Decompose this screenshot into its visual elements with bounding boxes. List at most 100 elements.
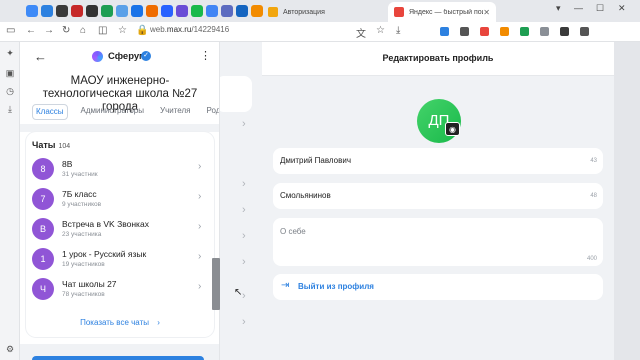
panel-header: ← Сферум ✓ ⋮ <box>20 42 219 72</box>
last-name-field[interactable]: Смольянинов 48 <box>273 183 603 209</box>
tab-yandex[interactable]: Яндекс — быстрый поиск в... ✕ <box>388 2 496 22</box>
pinned-tab-icon[interactable] <box>161 5 173 17</box>
show-all-label: Показать все чаты <box>80 318 149 327</box>
favicon-icon <box>268 7 278 17</box>
chat-avatar: 1 <box>32 248 54 270</box>
about-placeholder: О себе <box>280 227 306 236</box>
sidebar-toggle-icon[interactable]: ▭ <box>6 25 15 36</box>
history-icon[interactable]: ◷ <box>5 86 15 96</box>
chat-name: 1 урок - Русский язык <box>62 249 147 259</box>
settings-icon[interactable]: ⚙ <box>5 344 15 354</box>
browser-tab-strip: Авторизация Яндекс — быстрый поиск в... … <box>0 0 640 22</box>
chat-name: Чат школы 27 <box>62 279 117 289</box>
pinned-tab-icon[interactable] <box>86 5 98 17</box>
chevron-right-icon: › <box>242 256 246 268</box>
chat-item[interactable]: 7 7Б класс 9 участников › <box>26 186 214 216</box>
chevron-right-icon: › <box>242 118 246 130</box>
chats-heading: Чаты 104 <box>32 140 70 150</box>
url-prefix: web. <box>150 25 167 34</box>
first-name-field[interactable]: Дмитрий Павлович 43 <box>273 148 603 174</box>
extension-icon[interactable] <box>560 27 569 36</box>
chat-members: 23 участника <box>62 231 102 238</box>
logout-button[interactable]: ⇥ Выйти из профиля <box>273 274 603 300</box>
extension-icon[interactable] <box>500 27 509 36</box>
page-title: Редактировать профиль <box>382 53 494 63</box>
chevron-right-icon: › <box>198 161 202 172</box>
url-field[interactable]: web.max.ru/14229416 <box>150 25 229 34</box>
pinned-tab-icon[interactable] <box>56 5 68 17</box>
extension-icon[interactable] <box>440 27 449 36</box>
show-all-chats-link[interactable]: Показать все чаты › <box>26 318 214 327</box>
scrollbar[interactable] <box>212 258 220 310</box>
char-limit: 43 <box>590 158 597 164</box>
pinned-tab-icon[interactable] <box>101 5 113 17</box>
camera-icon[interactable]: ◉ <box>445 122 460 136</box>
chat-item[interactable]: 1 1 урок - Русский язык 19 участников › <box>26 246 214 276</box>
extension-icon[interactable] <box>540 27 549 36</box>
downloads-icon[interactable]: ⤓ <box>396 25 400 36</box>
extension-icon[interactable] <box>460 27 469 36</box>
back-nav-icon[interactable]: ← <box>26 25 36 36</box>
first-name-value: Дмитрий Павлович <box>280 156 352 165</box>
chat-item[interactable]: В Встреча в VK Звонках 23 участника › <box>26 216 214 246</box>
pinned-tab-icon[interactable] <box>26 5 38 17</box>
tab-title: Яндекс — быстрый поиск в... <box>409 8 483 16</box>
chat-avatar: В <box>32 218 54 240</box>
collections-icon[interactable]: ▣ <box>5 68 15 78</box>
maximize-icon[interactable]: ☐ <box>596 3 604 14</box>
pinned-tab-icon[interactable] <box>41 5 53 17</box>
chat-members: 31 участник <box>62 171 98 178</box>
tab-teachers[interactable]: Учителя <box>157 104 193 120</box>
tabs-menu-icon[interactable]: ▾ <box>556 3 561 14</box>
minimize-icon[interactable]: — <box>574 3 583 13</box>
tab-authorization[interactable]: Авторизация <box>262 2 380 22</box>
chevron-right-icon: › <box>198 281 202 292</box>
tab-administrators[interactable]: Администраторы <box>78 104 147 120</box>
address-bar: ▭ ← → ↻ ⌂ ◫ ☆ 🔒 web.max.ru/14229416 文 ☆ … <box>0 22 640 42</box>
extension-icon[interactable] <box>520 27 529 36</box>
more-menu-icon[interactable]: ⋮ <box>200 49 211 62</box>
close-icon[interactable]: ✕ <box>483 8 490 17</box>
bookmark-star-icon[interactable]: ☆ <box>118 25 127 36</box>
chat-name: 7Б класс <box>62 189 97 199</box>
forward-nav-icon[interactable]: → <box>44 25 54 36</box>
extension-icon[interactable] <box>480 27 489 36</box>
chat-members: 9 участников <box>62 201 102 208</box>
chat-avatar: Ч <box>32 278 54 300</box>
extension-icon[interactable] <box>580 27 589 36</box>
last-name-value: Смольянинов <box>280 191 331 200</box>
pinned-tab-icon[interactable] <box>191 5 203 17</box>
pinned-tab-icon[interactable] <box>71 5 83 17</box>
about-field[interactable]: О себе 400 <box>273 218 603 266</box>
chat-item[interactable]: Ч Чат школы 27 78 участников › <box>26 276 214 306</box>
pinned-tab-icon[interactable] <box>221 5 233 17</box>
close-window-icon[interactable]: ✕ <box>618 3 626 14</box>
chevron-right-icon: › <box>198 221 202 232</box>
tab-classes[interactable]: Классы <box>32 104 68 120</box>
bottom-action-button[interactable] <box>32 356 204 360</box>
chat-members: 78 участников <box>62 291 105 298</box>
home-icon[interactable]: ⌂ <box>80 25 86 36</box>
chat-members: 19 участников <box>62 261 105 268</box>
char-limit: 48 <box>590 193 597 199</box>
back-arrow-icon[interactable]: ← <box>34 49 47 64</box>
tab-parents[interactable]: Родители <box>203 104 219 120</box>
bookmark-icon[interactable]: ☆ <box>376 25 385 36</box>
pinned-tab-icon[interactable] <box>176 5 188 17</box>
download-icon[interactable]: ⤓ <box>5 104 15 114</box>
pinned-tab-icon[interactable] <box>206 5 218 17</box>
chat-item[interactable]: 8 8В 31 участник › <box>26 156 214 186</box>
chat-avatar: 7 <box>32 188 54 210</box>
sparkle-icon[interactable]: ✦ <box>5 48 15 58</box>
url-path: /14229416 <box>191 25 230 34</box>
lock-icon: 🔒 <box>136 25 149 36</box>
pinned-tab-icon[interactable] <box>236 5 248 17</box>
chats-title: Чаты <box>32 140 56 150</box>
translate-icon[interactable]: 文 <box>356 25 366 40</box>
member-tabs: Классы Администраторы Учителя Родители <box>32 104 219 120</box>
screenshot-icon[interactable]: ◫ <box>98 25 107 36</box>
reload-icon[interactable]: ↻ <box>62 25 70 36</box>
pinned-tab-icon[interactable] <box>131 5 143 17</box>
pinned-tab-icon[interactable] <box>146 5 158 17</box>
pinned-tab-icon[interactable] <box>116 5 128 17</box>
